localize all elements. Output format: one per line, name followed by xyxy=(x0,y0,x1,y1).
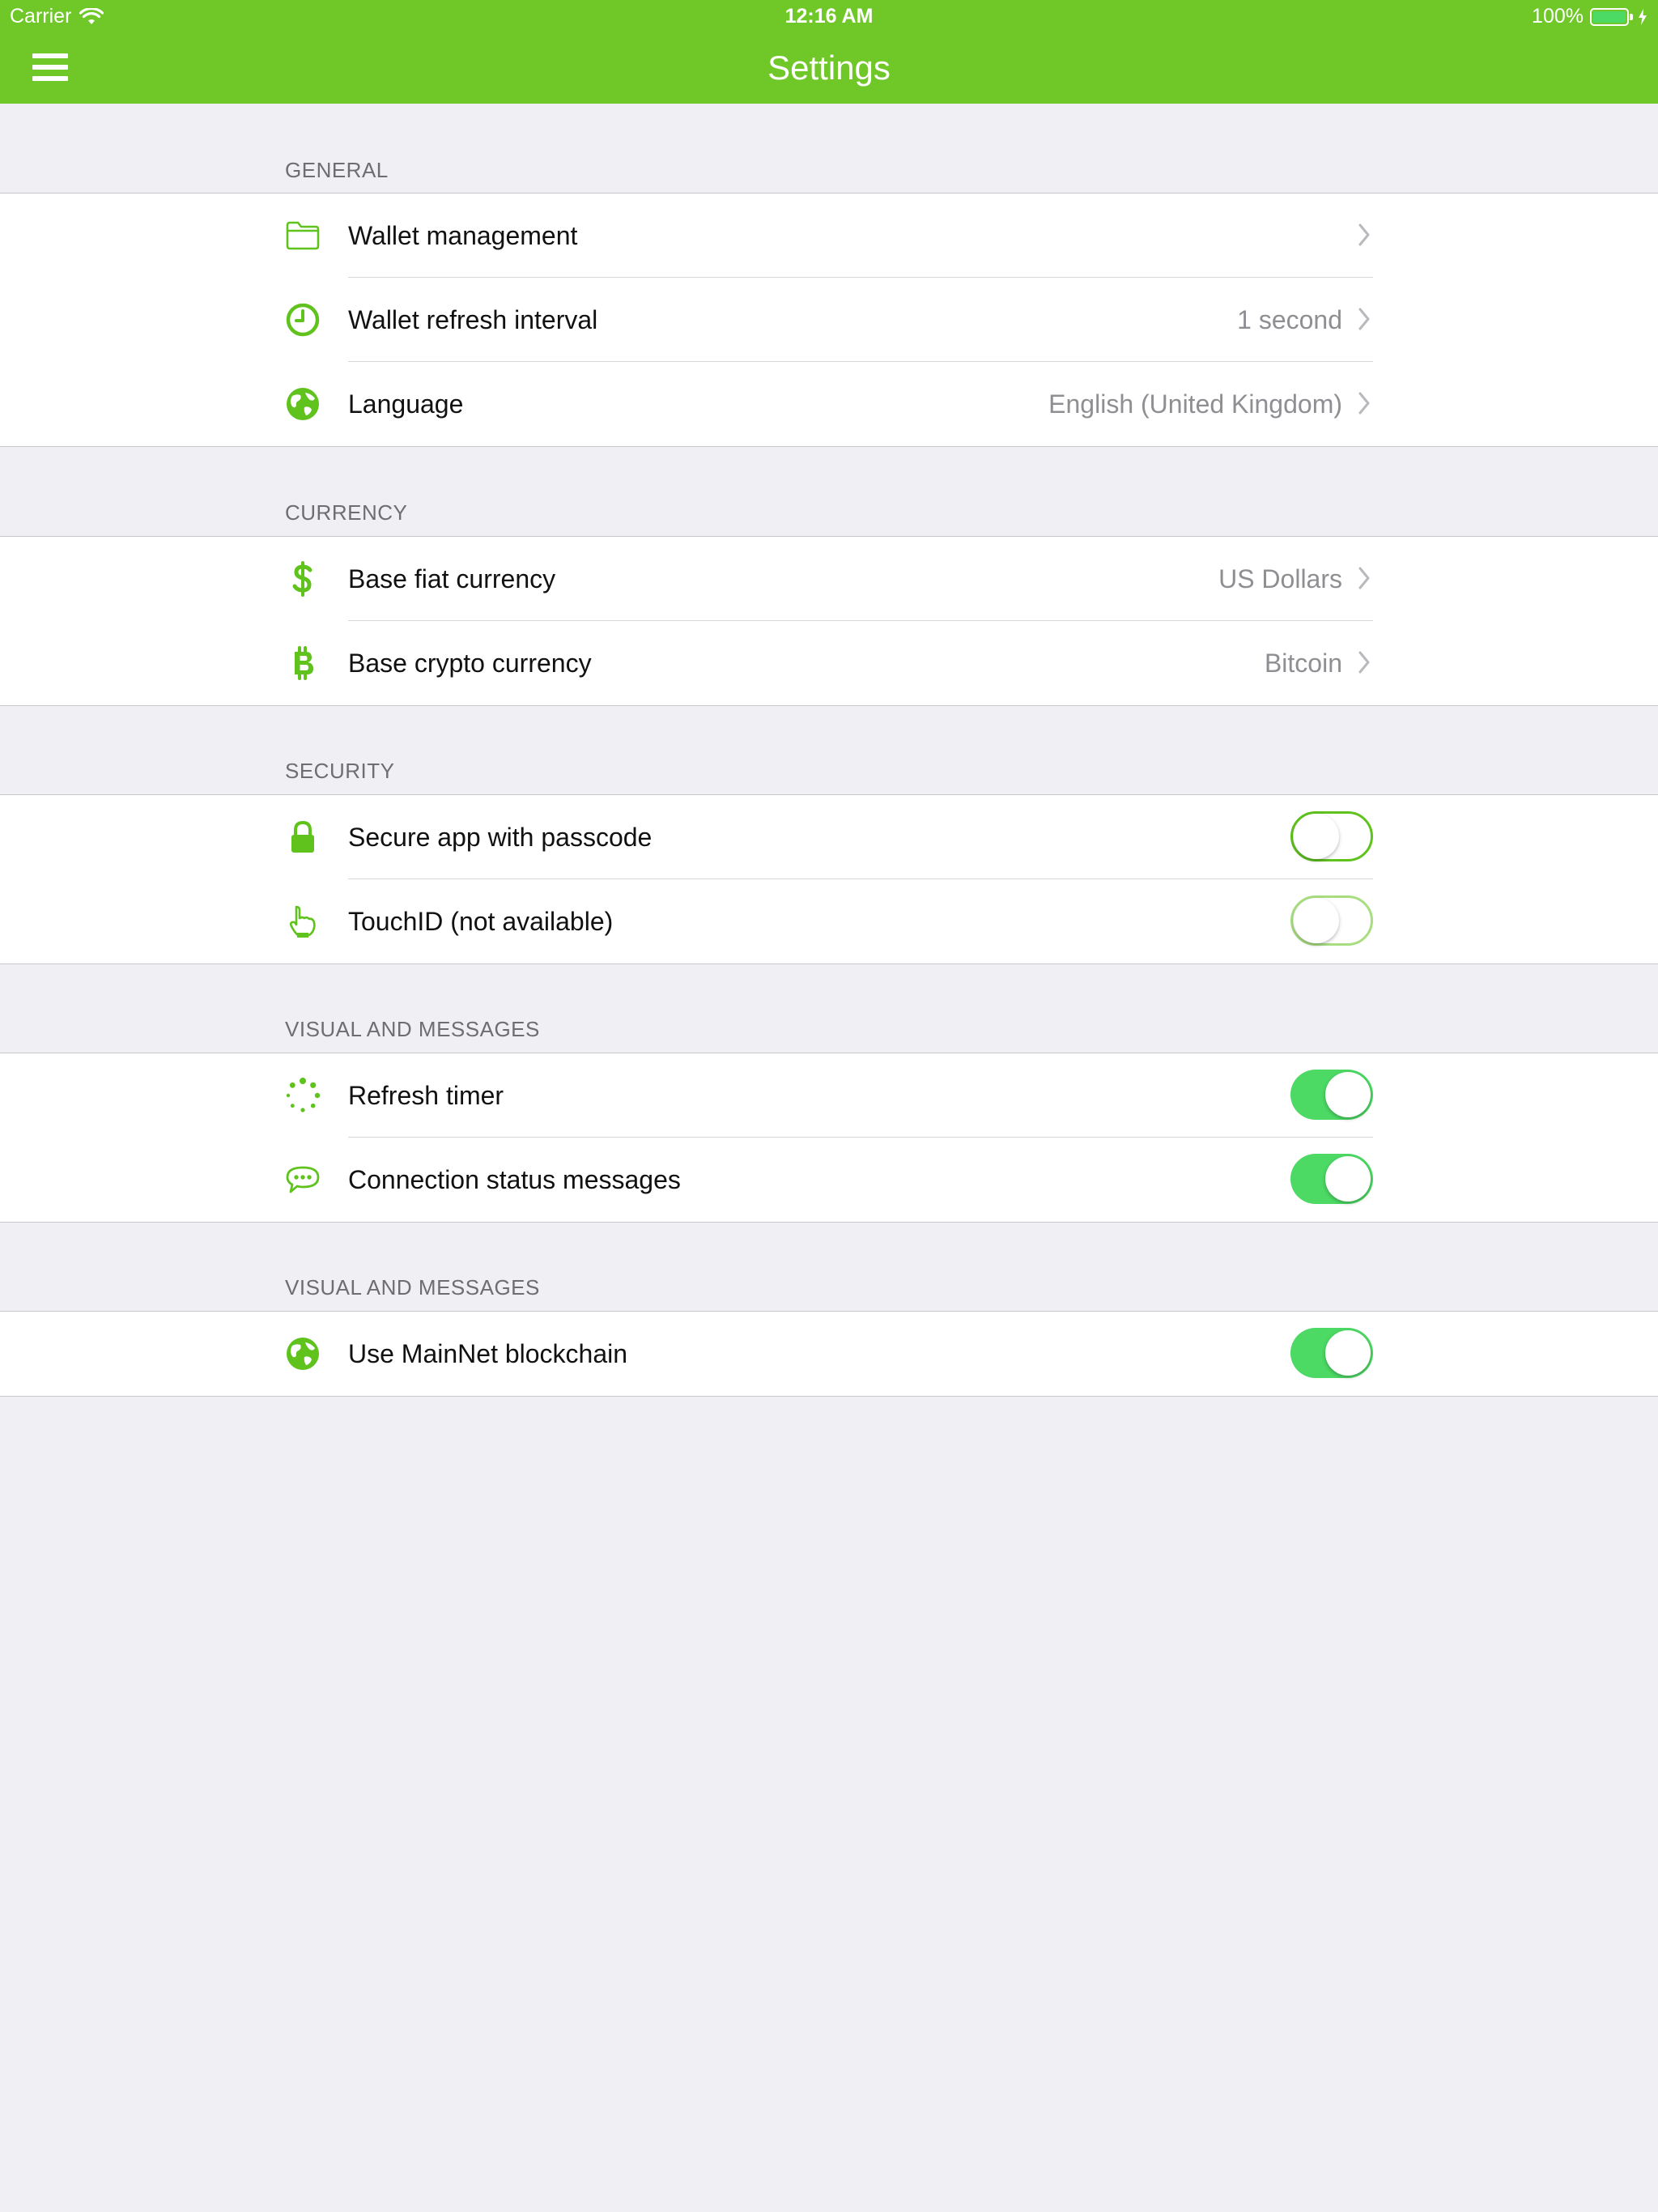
section-header-general: GENERAL xyxy=(285,158,389,182)
row-label: Connection status messages xyxy=(348,1165,681,1194)
row-value: 1 second xyxy=(1237,305,1342,334)
status-bar: Carrier 12:16 AM 100% xyxy=(0,0,1658,32)
battery-tip xyxy=(1630,13,1633,20)
bitcoin-icon xyxy=(295,646,313,680)
toggle-knob xyxy=(1325,1330,1371,1376)
row-value: English (United Kingdom) xyxy=(1048,389,1342,419)
settings-group-security: Secure app with passcode TouchID (not av… xyxy=(0,794,1658,964)
status-bar-right: 100% xyxy=(1532,5,1648,28)
section-header-currency: CURRENCY xyxy=(285,500,408,525)
folder-icon xyxy=(286,221,320,250)
row-label: Secure app with passcode xyxy=(348,823,653,852)
row-value: US Dollars xyxy=(1218,564,1342,593)
row-touchid: TouchID (not available) xyxy=(0,879,1658,963)
status-bar-time: 12:16 AM xyxy=(784,5,874,28)
chevron-right-icon xyxy=(1358,223,1370,246)
row-value: Bitcoin xyxy=(1264,649,1342,678)
row-connection-status-messages: Connection status messages xyxy=(0,1138,1658,1222)
refresh-timer-toggle[interactable] xyxy=(1290,1070,1373,1120)
row-label: Use MainNet blockchain xyxy=(348,1339,628,1368)
charging-bolt-icon xyxy=(1639,8,1647,25)
row-label: Base crypto currency xyxy=(348,649,592,678)
row-label: Refresh timer xyxy=(348,1081,504,1110)
row-language[interactable]: Language English (United Kingdom) xyxy=(0,362,1658,446)
globe-icon xyxy=(287,388,319,420)
chevron-right-icon xyxy=(1358,392,1370,415)
row-wallet-management[interactable]: Wallet management xyxy=(0,194,1658,278)
row-base-fiat-currency[interactable]: Base fiat currency US Dollars xyxy=(0,537,1658,621)
section-header-visual: VISUAL AND MESSAGES xyxy=(285,1017,540,1041)
page-title: Settings xyxy=(767,49,891,87)
chevron-right-icon xyxy=(1358,308,1370,330)
passcode-toggle[interactable] xyxy=(1290,811,1373,861)
toggle-knob xyxy=(1294,814,1339,859)
dollar-icon xyxy=(292,561,312,597)
row-label: Wallet management xyxy=(348,221,578,250)
battery-icon xyxy=(1590,7,1629,26)
chevron-right-icon xyxy=(1358,567,1370,589)
row-base-crypto-currency[interactable]: Base crypto currency Bitcoin xyxy=(0,621,1658,705)
row-use-mainnet-blockchain: Use MainNet blockchain xyxy=(0,1312,1658,1396)
mainnet-toggle[interactable] xyxy=(1290,1328,1373,1378)
lock-icon xyxy=(291,820,314,853)
settings-group-network: Use MainNet blockchain xyxy=(0,1311,1658,1397)
row-refresh-timer: Refresh timer xyxy=(0,1053,1658,1138)
globe-icon xyxy=(287,1338,319,1370)
battery-percent: 100% xyxy=(1532,5,1584,28)
toggle-knob xyxy=(1325,1156,1371,1202)
touchid-toggle xyxy=(1290,895,1373,946)
row-label: TouchID (not available) xyxy=(348,907,614,936)
chat-bubble-icon xyxy=(286,1166,320,1193)
section-header-network: VISUAL AND MESSAGES xyxy=(285,1275,540,1300)
settings-group-visual: Refresh timer Connection status messages xyxy=(0,1053,1658,1223)
chevron-right-icon xyxy=(1358,651,1370,674)
section-header-security: SECURITY xyxy=(285,759,395,783)
settings-group-currency: Base fiat currency US Dollars Base crypt… xyxy=(0,536,1658,706)
settings-group-general: Wallet management Wallet refresh interva… xyxy=(0,193,1658,447)
row-label: Base fiat currency xyxy=(348,564,556,593)
hand-pointer-icon xyxy=(289,905,316,938)
row-secure-app-passcode: Secure app with passcode xyxy=(0,795,1658,879)
row-label: Wallet refresh interval xyxy=(348,305,598,334)
connection-status-toggle[interactable] xyxy=(1290,1154,1373,1204)
navigation-bar: Settings xyxy=(0,32,1658,104)
clock-icon xyxy=(286,303,320,337)
toggle-knob xyxy=(1325,1072,1371,1117)
spinner-icon xyxy=(286,1078,321,1112)
battery-fill xyxy=(1593,11,1626,23)
toggle-knob xyxy=(1294,898,1339,943)
row-wallet-refresh-interval[interactable]: Wallet refresh interval 1 second xyxy=(0,278,1658,362)
row-label: Language xyxy=(348,389,464,419)
